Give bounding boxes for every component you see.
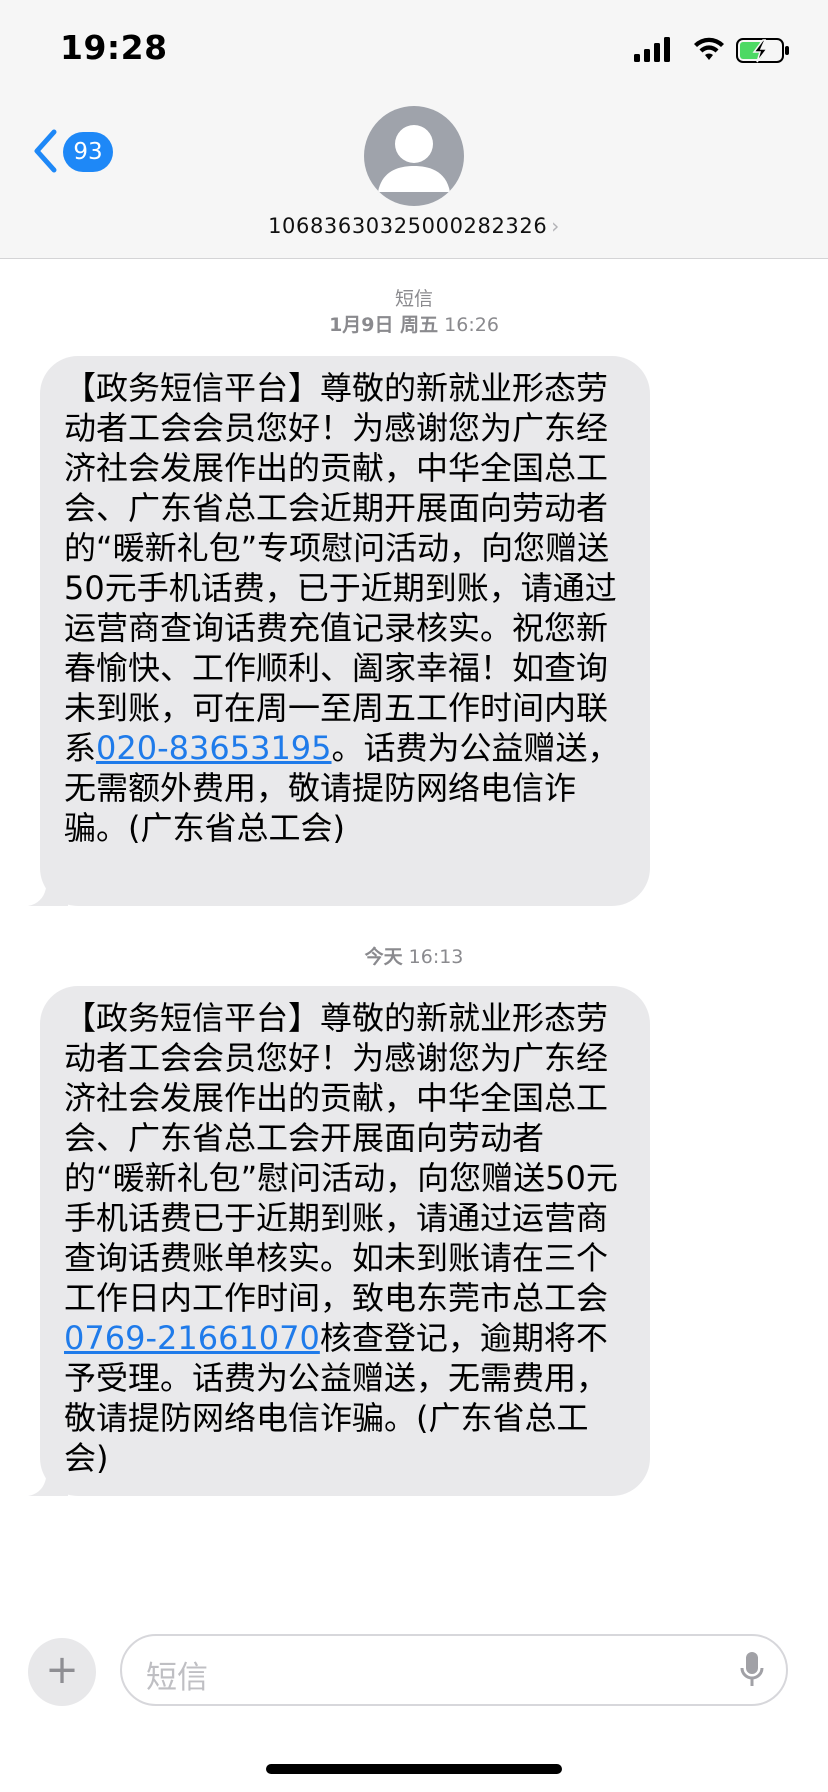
wifi-icon — [694, 37, 724, 60]
message-input[interactable]: 短信 — [120, 1634, 788, 1706]
timestamp-2-time: 16:13 — [408, 946, 464, 968]
conversation-header: 19:28 93 106836303250002823​26 › — [0, 0, 828, 259]
person-icon — [378, 125, 450, 192]
signal-icon — [634, 37, 670, 62]
status-time: 19:28 — [60, 28, 168, 67]
message-1-text: 【政务短信平台】尊敬的新就业形态劳动者工会会员您好！为感谢您为广东经济社会发展作… — [64, 369, 617, 767]
message-input-placeholder: 短信 — [146, 1660, 208, 1696]
chevron-right-icon: › — [551, 214, 560, 238]
unread-count-badge[interactable]: 93 — [63, 132, 113, 172]
chevron-left-icon[interactable] — [32, 128, 58, 174]
battery-charging-icon — [736, 38, 789, 63]
message-bubble-1[interactable]: 【政务短信平台】尊敬的新就业形态劳动者工会会员您好！为感谢您为广东经济社会发展作… — [28, 356, 650, 906]
contact-name-button[interactable]: 106836303250002823​26 › — [0, 214, 828, 238]
service-label: 短信 — [394, 288, 433, 310]
timestamp-1-time: 16:26 — [444, 314, 499, 336]
message-2-phone-link[interactable]: 0769-21661070 — [64, 1319, 320, 1357]
message-1-phone-link[interactable]: 020-83653195 — [96, 729, 332, 767]
microphone-icon[interactable] — [740, 1650, 764, 1690]
timestamp-1: 1月9日 周五 16:26 — [0, 310, 828, 337]
home-indicator[interactable] — [266, 1764, 562, 1774]
contact-number: 106836303250002823​26 — [268, 214, 548, 238]
apps-plus-button[interactable]: + — [28, 1638, 96, 1706]
timestamp-2-day: 今天 — [364, 946, 403, 968]
message-2-text: 【政务短信平台】尊敬的新就业形态劳动者工会会员您好！为感谢您为广东经济社会发展作… — [64, 999, 618, 1317]
contact-avatar[interactable] — [364, 106, 464, 206]
bubble-tail — [28, 876, 68, 906]
timestamp-2: 今天 16:13 — [0, 942, 828, 969]
bubble-tail — [28, 1466, 68, 1496]
status-icons — [634, 37, 789, 63]
timestamp-1-day: 1月9日 周五 — [329, 314, 439, 336]
message-bubble-2[interactable]: 【政务短信平台】尊敬的新就业形态劳动者工会会员您好！为感谢您为广东经济社会发展作… — [28, 986, 650, 1496]
